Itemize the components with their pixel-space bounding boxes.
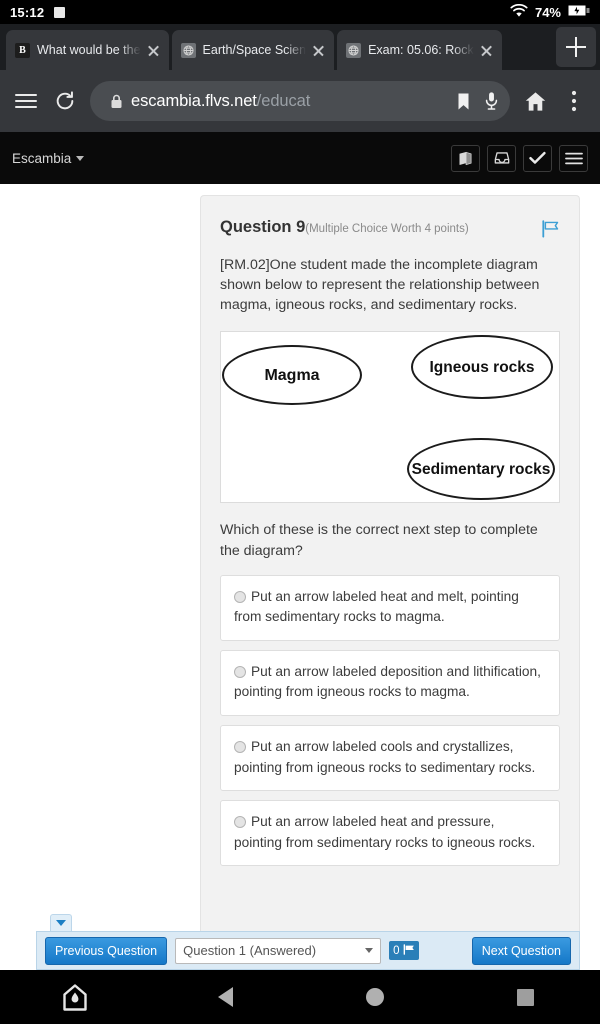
- status-bar-clock: 15:12: [10, 4, 45, 20]
- close-icon[interactable]: [145, 42, 162, 59]
- url-text: escambia.flvs.net/educat: [131, 92, 448, 111]
- brainly-icon: B: [15, 42, 30, 58]
- hamburger-menu-icon[interactable]: [9, 84, 43, 118]
- wifi-icon: [510, 3, 528, 21]
- browser-tab[interactable]: Exam: 05.06: Rock: [337, 30, 502, 70]
- android-navigation-bar: [0, 970, 600, 1024]
- course-book-icon[interactable]: [451, 144, 480, 172]
- microphone-icon[interactable]: [478, 88, 504, 114]
- back-icon[interactable]: [150, 987, 300, 1007]
- previous-question-button[interactable]: Previous Question: [45, 936, 168, 965]
- question-header: Question 9(Multiple Choice Worth 4 point…: [220, 218, 560, 243]
- url-domain: escambia.flvs.net: [131, 91, 257, 110]
- answer-option[interactable]: Put an arrow labeled deposition and lith…: [220, 649, 560, 716]
- radio-button[interactable]: [234, 665, 246, 678]
- radio-button[interactable]: [234, 740, 246, 753]
- diagram-node-magma: Magma: [222, 345, 362, 406]
- question-card: Question 9(Multiple Choice Worth 4 point…: [200, 195, 580, 935]
- home-icon[interactable]: [518, 84, 552, 118]
- flag-count-badge[interactable]: 0: [389, 941, 419, 960]
- next-question-button[interactable]: Next Question: [471, 936, 571, 965]
- battery-percent-label: 74%: [534, 4, 561, 20]
- site-brand-dropdown[interactable]: Escambia: [12, 150, 85, 166]
- question-meta-label: (Multiple Choice Worth 4 points): [305, 223, 469, 235]
- chevron-down-icon: [365, 948, 374, 953]
- reload-icon[interactable]: [48, 84, 82, 118]
- answer-option-label: Put an arrow labeled heat and melt, poin…: [234, 588, 519, 625]
- globe-icon: [180, 42, 196, 58]
- bookmark-icon[interactable]: [450, 88, 476, 114]
- question-stem: [RM.02]One student made the incomplete d…: [220, 257, 540, 314]
- answer-option-label: Put an arrow labeled deposition and lith…: [234, 663, 541, 700]
- flag-icon[interactable]: [541, 218, 560, 243]
- rock-cycle-diagram: Magma Igneous rocks Sedimentary rocks: [220, 331, 560, 504]
- exam-navigation-bar: Previous Question Question 1 (Answered) …: [36, 931, 580, 970]
- menu-icon[interactable]: [559, 144, 588, 172]
- app-home-icon[interactable]: [0, 983, 150, 1011]
- tab-title: Exam: 05.06: Rock: [368, 43, 474, 57]
- browser-tab-strip: B What would be the Earth/Space Scien Ex…: [0, 24, 600, 70]
- question-select-value: Question 1 (Answered): [183, 943, 317, 958]
- browser-toolbar: escambia.flvs.net/educat: [0, 70, 600, 132]
- answer-option[interactable]: Put an arrow labeled heat and pressure, …: [220, 800, 560, 867]
- question-title: Question 9(Multiple Choice Worth 4 point…: [220, 218, 469, 237]
- question-number-label: Question 9: [220, 218, 306, 236]
- browser-tab[interactable]: B What would be the: [6, 30, 169, 70]
- battery-charging-icon: [568, 4, 590, 20]
- chevron-down-icon: [76, 155, 85, 161]
- answer-option-label: Put an arrow labeled cools and crystalli…: [234, 738, 536, 775]
- more-vertical-icon[interactable]: [557, 84, 591, 118]
- close-icon[interactable]: [478, 42, 495, 59]
- flag-count-value: 0: [393, 944, 400, 957]
- android-status-bar: 15:12 74%: [0, 0, 600, 24]
- close-icon[interactable]: [310, 42, 327, 59]
- question-prompt: Which of these is the correct next step …: [220, 522, 538, 559]
- recents-icon[interactable]: [450, 988, 600, 1006]
- lock-icon: [103, 88, 129, 114]
- answer-options: Put an arrow labeled heat and melt, poin…: [220, 574, 560, 867]
- question-select[interactable]: Question 1 (Answered): [175, 937, 382, 964]
- answer-option[interactable]: Put an arrow labeled cools and crystalli…: [220, 724, 560, 792]
- radio-button[interactable]: [234, 816, 246, 829]
- chevron-down-icon: [56, 920, 66, 926]
- site-brand-label: Escambia: [12, 150, 72, 166]
- check-icon[interactable]: [523, 144, 552, 172]
- answer-option[interactable]: Put an arrow labeled heat and melt, poin…: [220, 574, 560, 641]
- url-path: /educat: [256, 91, 311, 110]
- url-bar[interactable]: escambia.flvs.net/educat: [90, 81, 510, 121]
- site-header: Escambia: [0, 132, 600, 184]
- tab-title: Earth/Space Scien: [202, 43, 307, 57]
- globe-icon: [346, 42, 362, 58]
- site-header-tools: [451, 144, 588, 172]
- tab-title: What would be the: [37, 43, 141, 57]
- flag-icon: [403, 943, 415, 958]
- diagram-node-sedimentary: Sedimentary rocks: [407, 438, 555, 501]
- inbox-icon[interactable]: [487, 144, 516, 172]
- home-icon[interactable]: [300, 988, 450, 1006]
- stop-recording-icon: [54, 6, 66, 18]
- page-viewport: Question 9(Multiple Choice Worth 4 point…: [0, 190, 600, 970]
- answer-option-label: Put an arrow labeled heat and pressure, …: [234, 814, 536, 850]
- exam-nav-collapse-toggle[interactable]: [50, 914, 72, 931]
- browser-tab[interactable]: Earth/Space Scien: [171, 30, 335, 70]
- new-tab-button[interactable]: [556, 27, 596, 67]
- diagram-node-igneous: Igneous rocks: [411, 335, 553, 400]
- radio-button[interactable]: [234, 590, 246, 603]
